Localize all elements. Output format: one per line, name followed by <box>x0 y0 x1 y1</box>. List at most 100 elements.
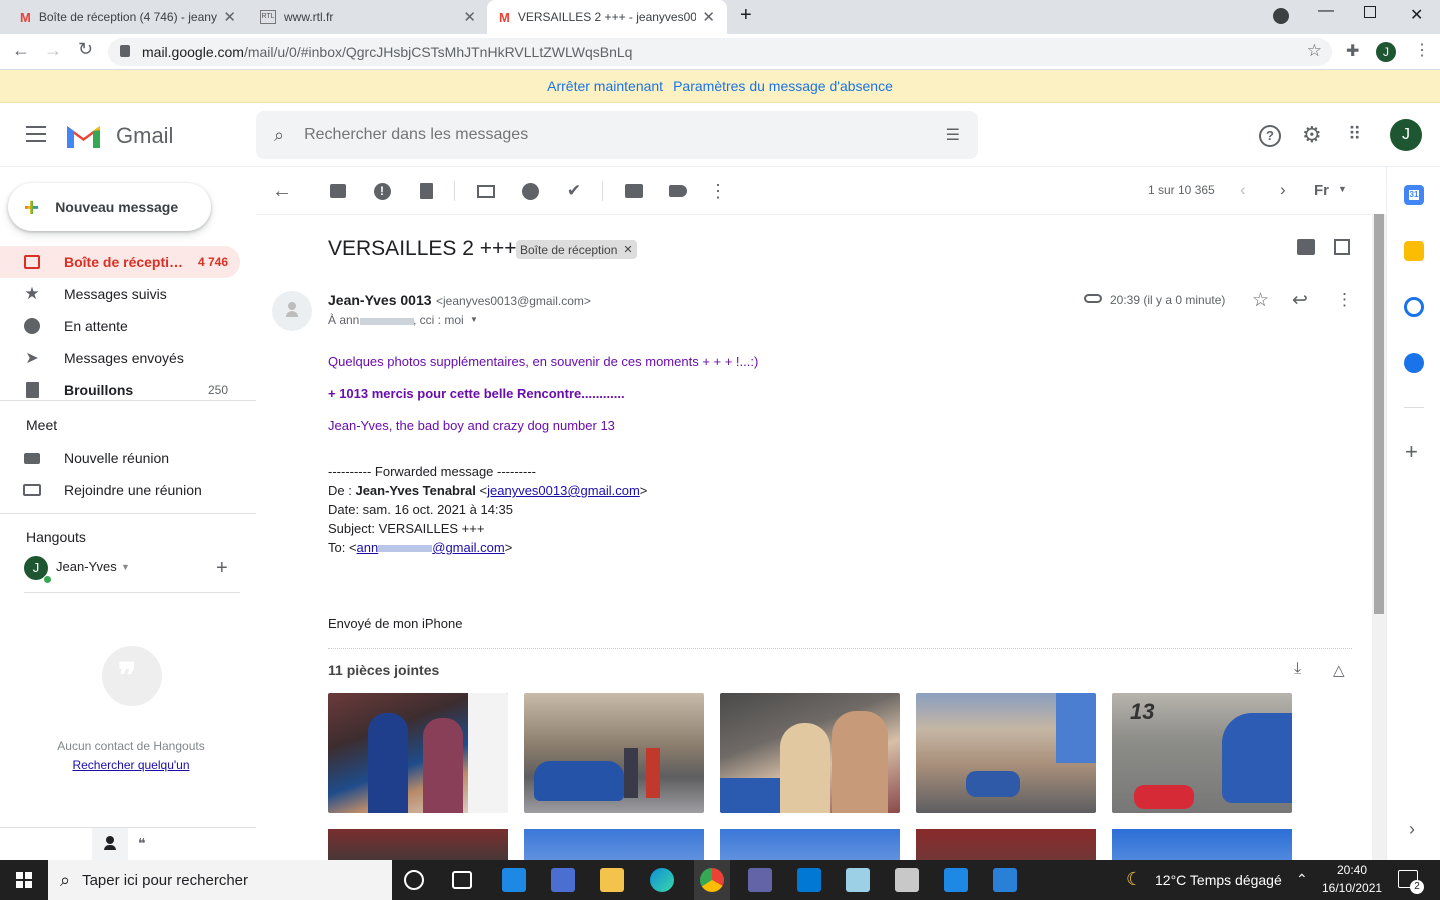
cortana-icon[interactable] <box>404 870 424 890</box>
attachment-thumbnail[interactable] <box>1112 829 1292 860</box>
move-to-icon[interactable] <box>622 179 646 203</box>
sidebar-item-drafts[interactable]: Brouillons 250 <box>0 374 240 406</box>
mark-unread-icon[interactable] <box>474 179 498 203</box>
extensions-icon[interactable]: ✚ <box>1346 41 1359 61</box>
show-hidden-icons[interactable]: ⌃ <box>1296 871 1308 888</box>
close-tab-icon[interactable]: ✕ <box>702 8 715 26</box>
browser-tab-inbox[interactable]: M Boîte de réception (4 746) - jeanyves0… <box>8 0 248 34</box>
settings-gear-icon[interactable]: ⚙ <box>1302 122 1322 148</box>
photos-icon[interactable] <box>993 868 1017 892</box>
chrome-taskbar-active[interactable] <box>694 860 730 900</box>
add-to-tasks-icon[interactable]: ✔ <box>562 179 586 203</box>
sidebar-item-sent[interactable]: ➤ Messages envoyés <box>0 342 240 374</box>
app-icon[interactable] <box>944 868 968 892</box>
new-tab-icon[interactable]: + <box>740 4 752 27</box>
get-addons-icon[interactable]: + <box>1405 439 1418 465</box>
sender-name[interactable]: Jean-Yves 0013 <box>328 292 432 308</box>
find-someone-link[interactable]: Rechercher quelqu'un <box>0 758 262 772</box>
file-explorer-icon[interactable] <box>600 868 624 892</box>
message-scrollbar[interactable] <box>1372 214 1386 860</box>
app-icon[interactable] <box>748 868 772 892</box>
stop-vacation-link[interactable]: Arrêter maintenant <box>547 78 663 94</box>
profile-avatar[interactable]: J <box>1376 42 1396 62</box>
contacts-tab[interactable] <box>92 828 128 860</box>
attachment-thumbnail[interactable] <box>524 829 704 860</box>
clock-date[interactable]: 16/10/2021 <box>1322 881 1382 895</box>
input-tools-dropdown-icon[interactable]: ▼ <box>1338 184 1347 194</box>
main-menu-icon[interactable] <box>26 126 46 142</box>
windows-start-icon[interactable] <box>16 872 32 888</box>
show-details-icon[interactable]: ▼ <box>470 315 478 324</box>
browser-menu-icon[interactable]: ⋮ <box>1414 40 1430 60</box>
apps-grid-icon[interactable]: ⠿ <box>1348 124 1361 145</box>
taskbar-search-box[interactable]: ⌕ Taper ici pour rechercher <box>48 860 392 900</box>
minimize-icon[interactable]: — <box>1318 2 1334 20</box>
attachment-thumbnail[interactable]: 13 <box>1112 693 1292 813</box>
app-icon[interactable] <box>846 868 870 892</box>
close-tab-icon[interactable]: ✕ <box>223 8 236 26</box>
open-new-window-icon[interactable] <box>1334 239 1350 255</box>
help-icon[interactable]: ? <box>1259 125 1281 147</box>
download-all-icon[interactable]: ⤓ <box>1294 660 1301 678</box>
back-to-inbox-icon[interactable]: ← <box>270 179 294 203</box>
edge-icon[interactable] <box>650 868 674 892</box>
newer-icon[interactable]: › <box>1280 180 1286 200</box>
attachment-thumbnail[interactable] <box>916 829 1096 860</box>
status-dropdown-icon[interactable]: ▼ <box>121 562 130 572</box>
archive-icon[interactable] <box>326 179 350 203</box>
url-input[interactable]: mail.google.com/mail/u/0/#inbox/QgrcJHsb… <box>108 38 1332 66</box>
message-more-icon[interactable]: ⋮ <box>1336 290 1353 310</box>
scrollbar-thumb[interactable] <box>1374 214 1384 614</box>
attachment-thumbnail[interactable] <box>916 693 1096 813</box>
bookmark-star-icon[interactable]: ☆ <box>1307 41 1322 61</box>
compose-button[interactable]: + Nouveau message <box>8 183 211 231</box>
calendar-icon[interactable]: 31 <box>1404 185 1424 205</box>
hangouts-tab-icon[interactable]: ❝ <box>138 835 146 852</box>
reload-icon[interactable]: ↻ <box>78 39 93 60</box>
clock-time[interactable]: 20:40 <box>1322 863 1382 877</box>
close-tab-icon[interactable]: ✕ <box>463 8 476 26</box>
search-bar[interactable]: ⌕ ☰ <box>256 111 978 159</box>
browser-tab-active[interactable]: M VERSAILLES 2 +++ - jeanyves0013@gmail.… <box>487 0 727 34</box>
new-conversation-icon[interactable]: + <box>216 557 228 580</box>
join-meeting-item[interactable]: Rejoindre une réunion <box>0 474 240 506</box>
expand-panel-icon[interactable]: › <box>1409 819 1415 840</box>
snooze-icon[interactable] <box>518 179 542 203</box>
forward-icon[interactable]: → <box>44 40 62 61</box>
app-icon[interactable] <box>895 868 919 892</box>
search-options-icon[interactable]: ☰ <box>946 125 960 145</box>
reply-icon[interactable]: ↩ <box>1292 289 1308 312</box>
mail-icon[interactable] <box>797 868 821 892</box>
back-icon[interactable]: ← <box>12 40 30 61</box>
search-icon[interactable]: ⌕ <box>274 125 284 146</box>
account-avatar[interactable]: J <box>1390 119 1422 151</box>
remove-label-icon[interactable]: ✕ <box>623 243 632 256</box>
maximize-icon[interactable] <box>1364 6 1376 18</box>
input-tools-button[interactable]: Fr <box>1314 182 1329 199</box>
app-icon[interactable] <box>502 868 526 892</box>
task-view-icon[interactable] <box>452 871 472 889</box>
star-message-icon[interactable]: ☆ <box>1252 289 1269 312</box>
attachment-thumbnail[interactable] <box>328 829 508 860</box>
browser-tab-rtl[interactable]: RTL www.rtl.fr ✕ <box>248 0 488 34</box>
sidebar-item-starred[interactable]: ★ Messages suivis <box>0 278 240 310</box>
attachment-thumbnail[interactable] <box>720 829 900 860</box>
save-to-drive-icon[interactable]: △ <box>1333 661 1345 679</box>
sender-avatar[interactable] <box>272 291 312 331</box>
older-icon[interactable]: ‹ <box>1240 180 1246 200</box>
weather-text[interactable]: 12°C Temps dégagé <box>1155 872 1282 888</box>
contacts-icon[interactable] <box>1404 353 1424 373</box>
more-options-icon[interactable]: ⋮ <box>706 179 730 203</box>
delete-icon[interactable] <box>414 179 438 203</box>
store-icon[interactable] <box>551 868 575 892</box>
to-email-link[interactable]: ann @gmail.com <box>357 540 505 555</box>
vacation-settings-link[interactable]: Paramètres du message d'absence <box>673 78 893 94</box>
close-window-icon[interactable]: ✕ <box>1410 5 1423 25</box>
search-input[interactable] <box>304 126 905 144</box>
sidebar-item-inbox[interactable]: Boîte de récepti… 4 746 <box>0 246 240 278</box>
hangouts-user-name[interactable]: Jean-Yves <box>56 559 117 574</box>
sidebar-item-snoozed[interactable]: En attente <box>0 310 240 342</box>
tab-search-icon[interactable] <box>1273 8 1289 24</box>
attachment-thumbnail[interactable] <box>524 693 704 813</box>
label-icon[interactable] <box>666 179 690 203</box>
